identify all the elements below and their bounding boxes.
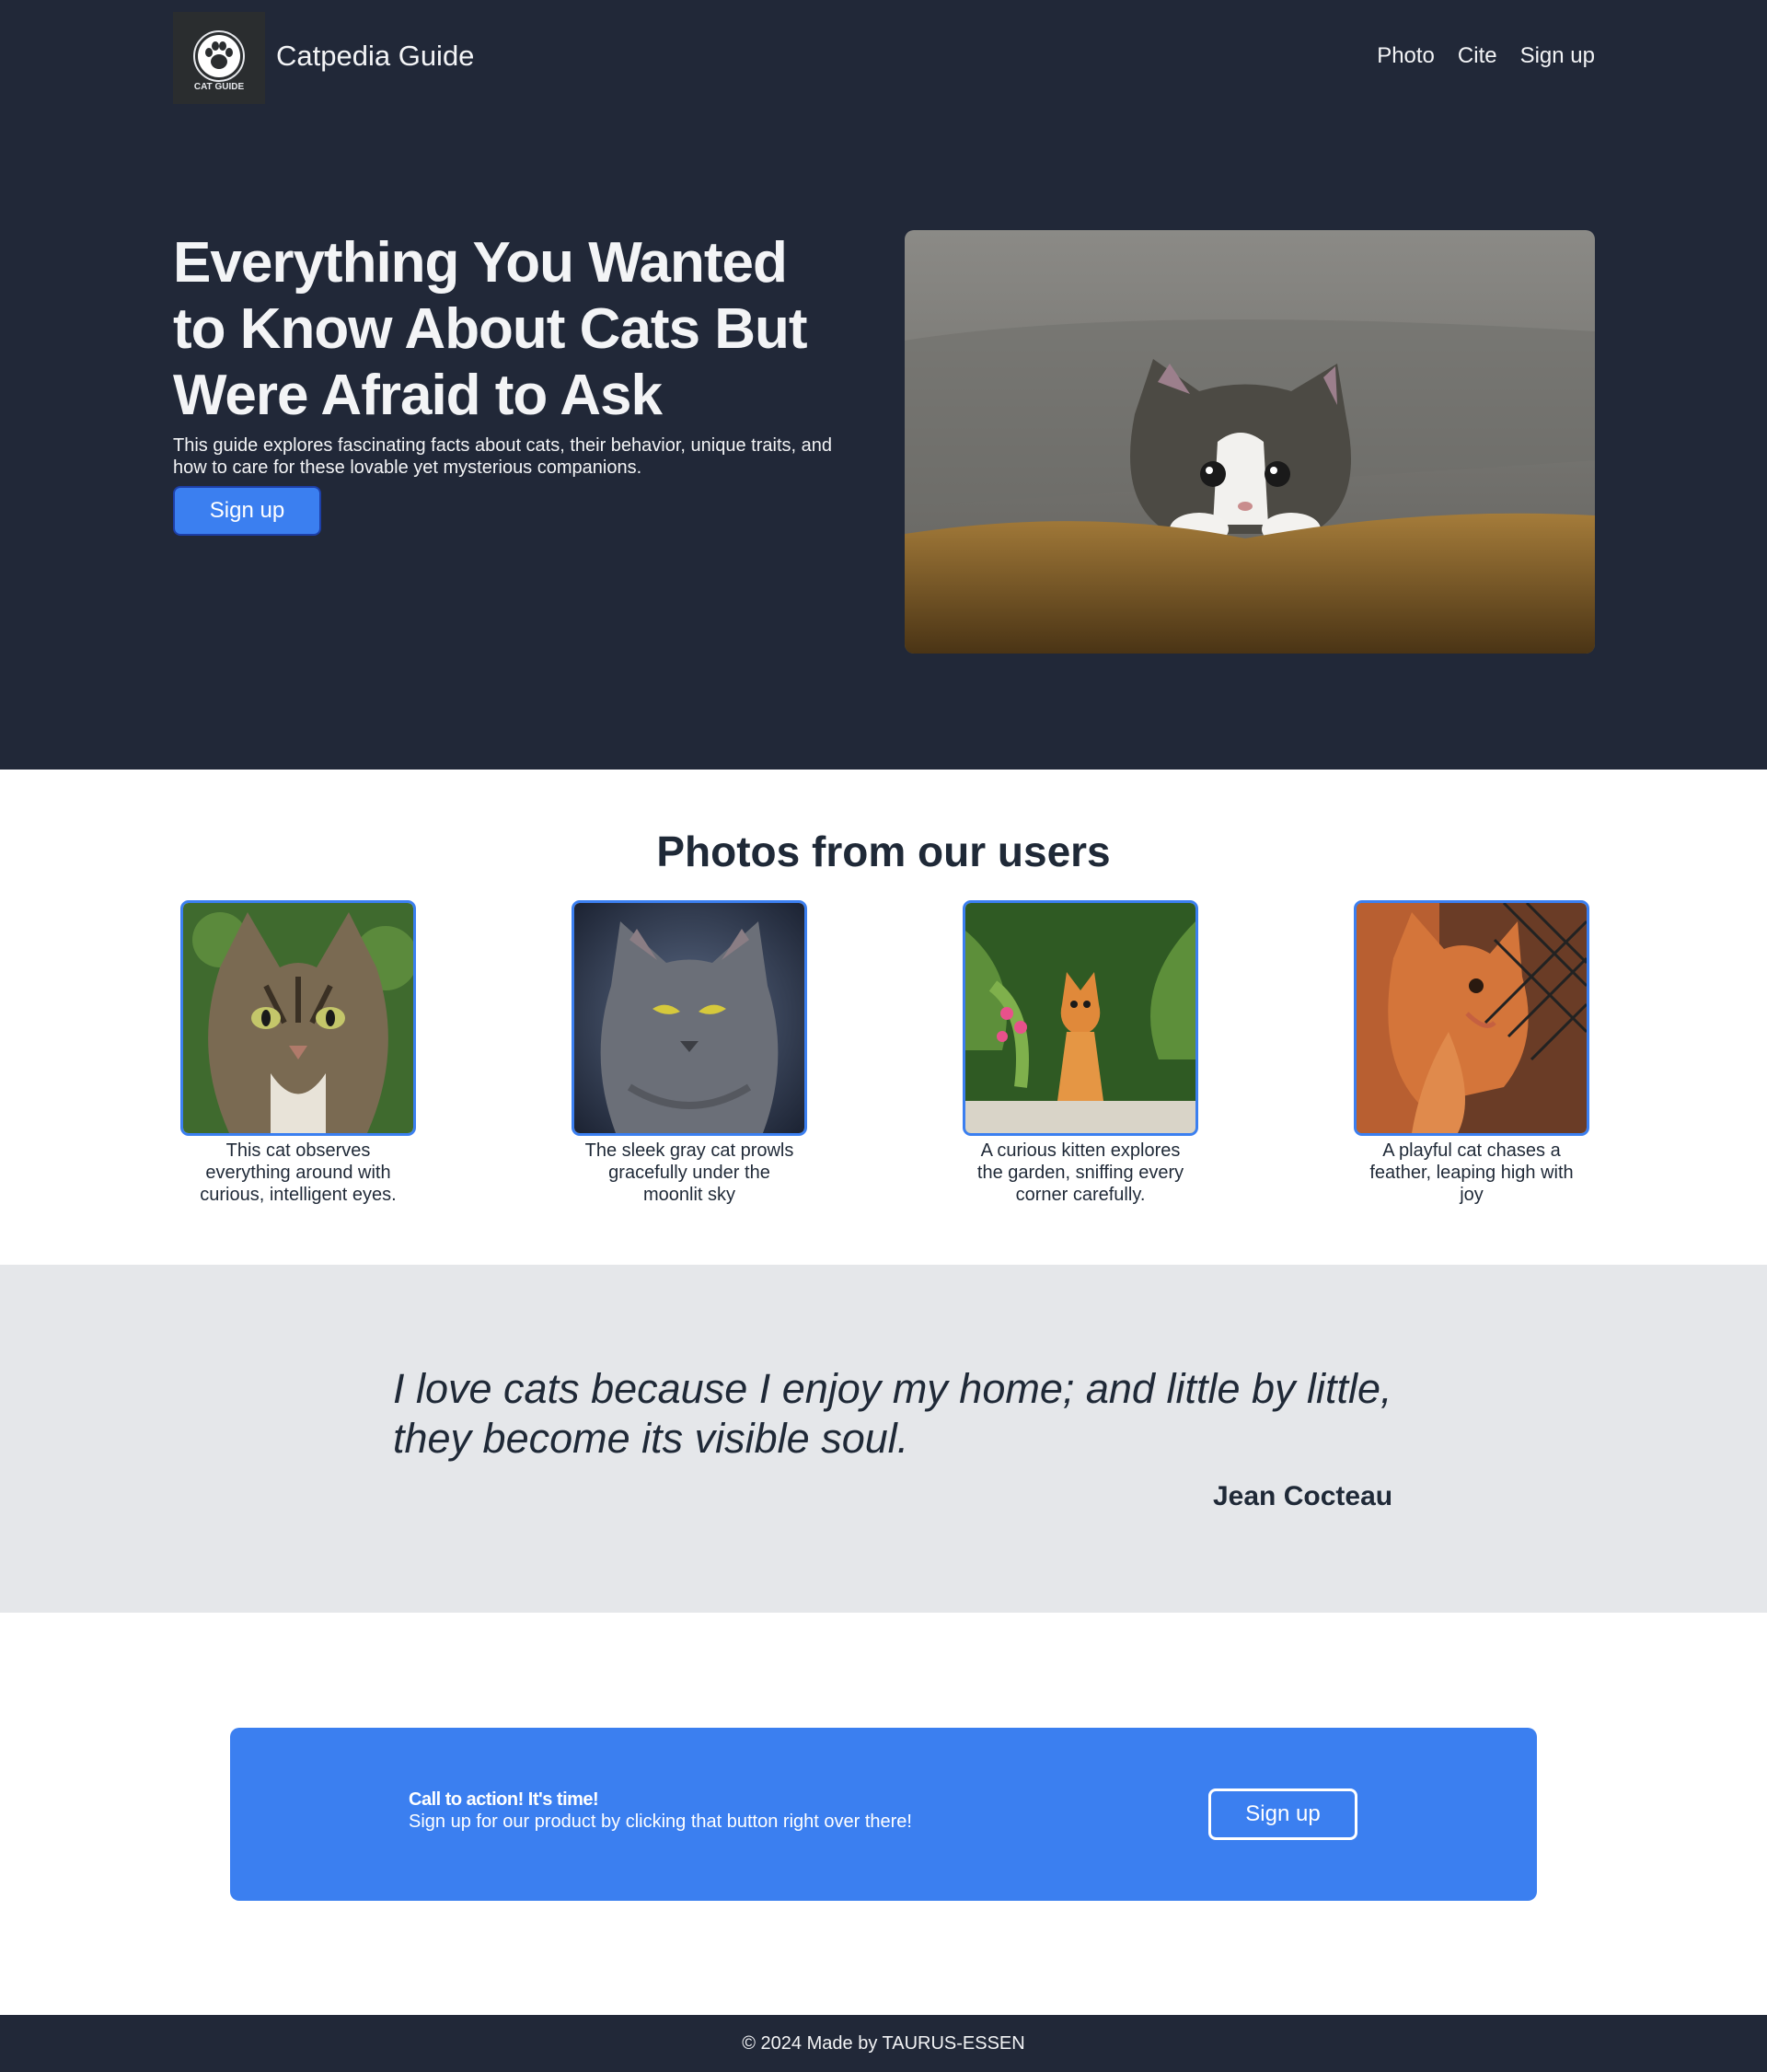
hero-description: This guide explores fascinating facts ab… [173,435,832,478]
tabby-cat-photo [180,900,416,1136]
gallery-card[interactable]: This cat observes everything around with… [180,900,416,1206]
logo-text: CAT GUIDE [194,82,245,92]
quote-text: I love cats because I enjoy my home; and… [393,1365,1392,1462]
nav-link-signup[interactable]: Sign up [1520,43,1595,69]
footer-copyright: © 2024 Made by TAURUS-ESSEN [742,2032,1025,2054]
paw-icon: CAT GUIDE [193,30,245,92]
brand-name[interactable]: Catpedia Guide [276,40,474,73]
card-caption: A curious kitten explores the garden, sn… [976,1140,1184,1205]
logo-link[interactable]: CAT GUIDE [173,12,265,104]
playful-cat-photo [1354,900,1589,1136]
hero-section: CAT GUIDE Catpedia Guide Photo Cite Sign… [0,0,1767,770]
nav-link-cite[interactable]: Cite [1458,43,1497,69]
orange-kitten-photo [963,900,1198,1136]
footer: © 2024 Made by TAURUS-ESSEN [0,2015,1767,2072]
quote-author: Jean Cocteau [1213,1481,1393,1511]
nav-link-photo[interactable]: Photo [1377,43,1435,69]
gray-cat-photo [572,900,807,1136]
gallery-title: Photos from our users [656,828,1111,875]
main-nav: Photo Cite Sign up [1377,43,1595,69]
hero-title: Everything You Wanted to Know About Cats… [173,231,808,427]
gallery-card[interactable]: The sleek gray cat prowls gracefully und… [572,900,807,1206]
card-caption: This cat observes everything around with… [200,1140,397,1205]
cta-subtitle: Sign up for our product by clicking that… [409,1812,912,1832]
cta-title: Call to action! It's time! [409,1789,599,1810]
hero-signup-button[interactable]: Sign up [173,486,321,536]
card-caption: A playful cat chases a feather, leaping … [1369,1140,1574,1205]
navbar: CAT GUIDE Catpedia Guide Photo Cite Sign… [173,12,1595,104]
hero-kitten-image [905,230,1595,654]
cta-signup-button[interactable]: Sign up [1208,1788,1357,1840]
card-caption: The sleek gray cat prowls gracefully und… [584,1140,794,1205]
gallery-card[interactable]: A playful cat chases a feather, leaping … [1354,900,1589,1206]
cta-banner: Call to action! It's time! Sign up for o… [230,1728,1537,1901]
gallery-card[interactable]: A curious kitten explores the garden, sn… [963,900,1198,1206]
